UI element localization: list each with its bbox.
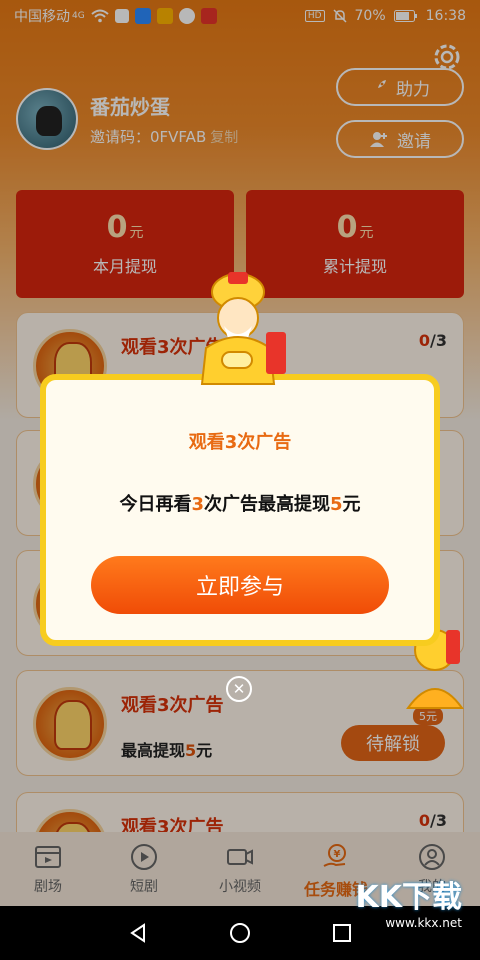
dialog-message-middle: 次广告最高提现 — [204, 494, 330, 515]
dialog-message-amount: 5 — [330, 494, 343, 515]
close-icon[interactable]: ✕ — [226, 676, 252, 702]
dialog-title: 观看3次广告 — [188, 432, 292, 453]
watermark: KK下载 www.kkx.net — [356, 872, 463, 930]
back-icon[interactable] — [127, 922, 149, 944]
recents-icon[interactable] — [331, 922, 353, 944]
dialog-message-prefix: 今日再看 — [119, 494, 192, 515]
watermark-url: www.kkx.net — [385, 916, 462, 930]
join-now-button[interactable]: 立即参与 — [91, 556, 389, 614]
watermark-brand: KK下载 — [355, 880, 463, 915]
home-icon[interactable] — [229, 922, 251, 944]
dialog-message-suffix: 元 — [342, 494, 361, 515]
dialog-message: 今日再看3次广告最高提现5元 — [46, 490, 434, 516]
dialog-message-count: 3 — [191, 494, 204, 515]
god-of-wealth-mascot-icon — [200, 272, 286, 385]
task-dialog: 观看3次广告 今日再看3次广告最高提现5元 立即参与 — [40, 374, 440, 646]
